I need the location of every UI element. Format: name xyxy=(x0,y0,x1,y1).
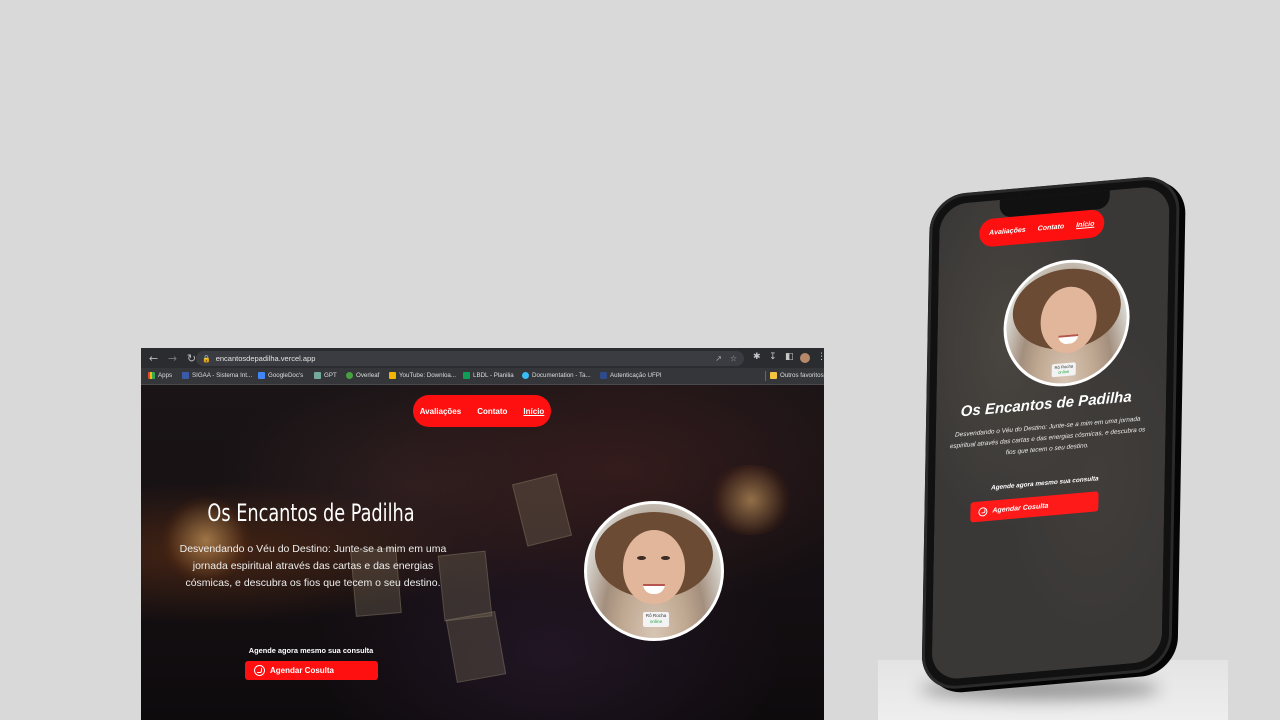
lock-icon: 🔒 xyxy=(202,354,211,363)
bookmark-apps[interactable]: Apps xyxy=(148,372,172,379)
schedule-button-label: Agendar Cosulta xyxy=(270,666,335,675)
download-arrow-icon xyxy=(389,372,396,379)
mobile-hero-description: Desvendando o Véu do Destino: Junte-se a… xyxy=(949,415,1146,457)
candle-glow xyxy=(706,465,796,535)
whatsapp-icon xyxy=(254,665,265,676)
tarot-card-bg xyxy=(511,473,573,547)
bookmark-sigaa[interactable]: SIGAA - Sistema Int... xyxy=(182,372,252,379)
extensions-icon[interactable]: ✱ xyxy=(753,352,761,362)
more-menu-icon[interactable]: ⋮ xyxy=(817,352,824,362)
sigaa-icon xyxy=(182,372,189,379)
nav-contato[interactable]: Contato xyxy=(477,407,507,416)
tarot-card-bg xyxy=(445,611,507,683)
mobile-phone-mockup: Avaliações Contato Início Rô Rocha onlin… xyxy=(921,174,1180,692)
forward-arrow-icon[interactable]: → xyxy=(164,352,181,365)
profile-avatar[interactable] xyxy=(800,353,810,363)
bookmark-documentation[interactable]: Documentation - Ta... xyxy=(522,372,591,379)
mobile-schedule-button[interactable]: Agendar Cosulta xyxy=(970,491,1099,523)
desktop-browser-mockup: ← → ↻ 🔒 encantosdepadilha.vercel.app ↗ ☆… xyxy=(141,348,824,720)
mobile-nav-avaliacoes[interactable]: Avaliações xyxy=(989,226,1026,236)
site-navbar: Avaliações Contato Início xyxy=(413,395,551,427)
bookmark-autenticacao[interactable]: Autenticação UFPI xyxy=(600,372,662,379)
bookmark-star-icon[interactable]: ☆ xyxy=(730,354,737,363)
bookmark-other-folder[interactable]: Outros favoritos xyxy=(770,372,824,379)
url-text: encantosdepadilha.vercel.app xyxy=(215,354,316,363)
tailwind-icon xyxy=(522,372,529,379)
gpt-icon xyxy=(314,372,321,379)
bookmark-googledocs[interactable]: GoogleDoc's xyxy=(258,372,303,379)
hero-title: Os Encantos de Padilha xyxy=(207,499,415,527)
mobile-cta-caption: Agende agora mesmo sua consulta xyxy=(990,475,1099,492)
overleaf-icon xyxy=(346,372,353,379)
phone-body: Avaliações Contato Início Rô Rocha onlin… xyxy=(921,174,1180,692)
mobile-nav-inicio[interactable]: Início xyxy=(1076,220,1094,229)
back-arrow-icon[interactable]: ← xyxy=(145,352,162,365)
mobile-site-navbar: Avaliações Contato Início xyxy=(979,208,1105,248)
browser-toolbar: ← → ↻ 🔒 encantosdepadilha.vercel.app ↗ ☆… xyxy=(141,348,824,368)
apps-grid-icon xyxy=(148,372,155,379)
bookmarks-bar: Apps SIGAA - Sistema Int... GoogleDoc's … xyxy=(141,368,824,385)
whatsapp-icon xyxy=(978,506,988,517)
side-panel-icon[interactable]: ◧ xyxy=(785,352,794,362)
schedule-button[interactable]: Agendar Cosulta xyxy=(245,661,378,680)
mobile-profile-portrait: Rô Rocha online xyxy=(1002,254,1131,392)
website-viewport: Avaliações Contato Início Os Encantos de… xyxy=(141,385,824,720)
bookmarks-separator xyxy=(765,371,766,381)
docs-icon xyxy=(258,372,265,379)
profile-portrait: Rô Rocha online xyxy=(584,501,724,641)
bookmark-gpt[interactable]: GPT xyxy=(314,372,337,379)
badge-status: online xyxy=(649,619,663,624)
download-icon[interactable]: ↧ xyxy=(769,352,777,362)
folder-icon xyxy=(770,372,777,379)
ufpi-icon xyxy=(600,372,607,379)
bookmark-overleaf[interactable]: Overleaf xyxy=(346,372,379,379)
nav-inicio[interactable]: Início xyxy=(523,407,544,416)
mobile-schedule-button-label: Agendar Cosulta xyxy=(992,502,1049,515)
phone-screen: Avaliações Contato Início Rô Rocha onlin… xyxy=(931,185,1170,681)
bookmark-youtube-downloader[interactable]: YouTube: Downloa... xyxy=(389,372,456,379)
hero-description: Desvendando o Véu do Destino: Junte-se a… xyxy=(179,543,447,589)
sheets-icon xyxy=(463,372,470,379)
portrait-eye xyxy=(661,556,670,560)
mobile-nav-contato[interactable]: Contato xyxy=(1038,223,1065,232)
cta-caption: Agende agora mesmo sua consulta xyxy=(248,646,374,655)
name-badge: Rô Rocha online xyxy=(643,612,669,627)
portrait-eye xyxy=(637,556,646,560)
nav-avaliacoes[interactable]: Avaliações xyxy=(420,407,462,416)
address-bar[interactable]: 🔒 encantosdepadilha.vercel.app ↗ ☆ xyxy=(196,351,744,366)
bookmark-lbdl[interactable]: LBDL - Planilia xyxy=(463,372,514,379)
share-icon[interactable]: ↗ xyxy=(715,354,722,363)
mobile-name-badge: Rô Rocha online xyxy=(1051,362,1076,378)
